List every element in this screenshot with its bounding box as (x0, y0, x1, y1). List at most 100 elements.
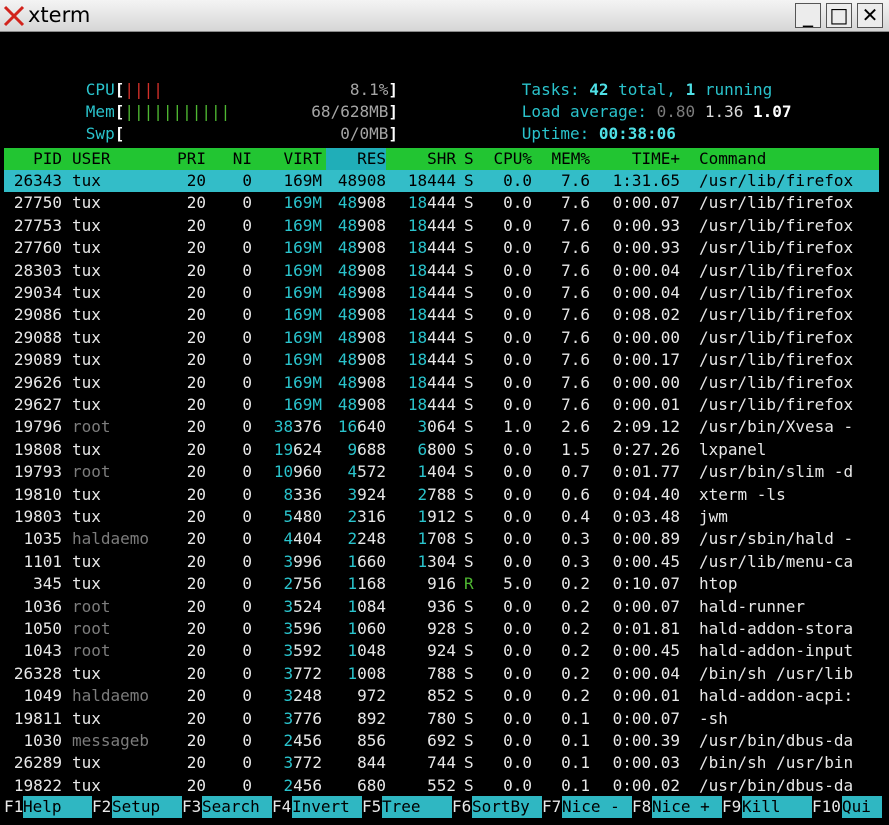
column-state[interactable]: S (464, 148, 474, 170)
process-res: 48908 (337, 395, 386, 414)
process-table-header[interactable]: PID USER PRI NI VIRT RES SHR S CPU% MEM%… (4, 148, 879, 170)
process-cmd: htop (699, 574, 738, 594)
process-row[interactable]: 1049 haldaemo 20 0 3248 972 852 S 0.0 0.2 0:00.01 h… (4, 685, 879, 707)
fkey-f6[interactable]: F6 (452, 796, 471, 818)
process-mem: 0.2 (561, 686, 590, 706)
process-pri: 20 (186, 305, 206, 325)
process-user: tux (72, 283, 101, 302)
column-pri[interactable]: PRI (164, 148, 206, 170)
fkey-sortby[interactable]: SortBy (472, 796, 542, 818)
process-row[interactable]: 19810 tux 20 0 8336 3924 2788 S 0.0 0.6 0:04.40 xte… (4, 484, 879, 506)
minimize-button[interactable]: _ (795, 3, 821, 28)
process-cpu: 0.0 (503, 753, 532, 773)
process-ni: 0 (242, 171, 252, 190)
process-row[interactable]: 1050 root 20 0 3596 1060 928 S 0.0 0.2 0:01.81 hald… (4, 618, 879, 640)
process-row[interactable]: 19803 tux 20 0 5480 2316 1912 S 0.0 0.4 0:03.48 jwm (4, 506, 879, 528)
process-row[interactable]: 29088 tux 20 0 169M 48908 18444 S 0.0 7.6 0:00.00 /… (4, 327, 879, 349)
process-pid: 29089 (13, 350, 62, 370)
process-row[interactable]: 19811 tux 20 0 3776 892 780 S 0.0 0.1 0:00.07 -sh (4, 708, 879, 730)
column-ni[interactable]: NI (218, 148, 252, 170)
process-row[interactable]: 29626 tux 20 0 169M 48908 18444 S 0.0 7.6 0:00.00 /… (4, 372, 879, 394)
process-row[interactable]: 29034 tux 20 0 169M 48908 18444 S 0.0 7.6 0:00.04 /… (4, 282, 879, 304)
htop-terminal[interactable]: CPU[|||| 8.1%] Mem[||||||||||| 68/628MB]… (0, 32, 889, 825)
process-row[interactable]: 1101 tux 20 0 3996 1660 1304 S 0.0 0.3 0:00.45/usr… (4, 551, 879, 573)
fkey-f1[interactable]: F1 (4, 796, 23, 818)
process-row[interactable]: 26343 tux 20 0 169M 48908 18444 S 0.0 7.6 1:31.65 /… (4, 170, 879, 192)
process-virt: 169M (283, 215, 322, 235)
process-row[interactable]: 27753 tux 20 0 169M 48908 18444 S 0.0 7.6 0:00.93 /… (4, 215, 879, 237)
fkey-f9[interactable]: F9 (722, 796, 741, 818)
process-mem: 0.6 (561, 484, 590, 504)
column-shr[interactable]: SHR (394, 148, 456, 170)
fkey-f2[interactable]: F2 (92, 796, 111, 818)
fkey-f4[interactable]: F4 (272, 796, 291, 818)
column-time[interactable]: TIME+ (600, 148, 680, 170)
process-row[interactable]: 27750 tux 20 0 169M 48908 18444 S 0.0 7.6 0:00.07 /… (4, 192, 879, 214)
process-time: 2:09.12 (612, 417, 680, 437)
process-pid: 27750 (13, 193, 62, 213)
process-row[interactable]: 29089 tux 20 0 169M 48908 18444 S 0.0 7.6 0:00.17 /… (4, 349, 879, 371)
process-row[interactable]: 26289 tux 20 0 3772 844 744 S 0.0 0.1 0:00.03/bin/… (4, 752, 879, 774)
process-cpu: 0.0 (503, 775, 532, 795)
process-res: 892 (357, 708, 386, 728)
fkey-setup[interactable]: Setup (112, 796, 182, 818)
fkey-f8[interactable]: F8 (632, 796, 651, 818)
process-row[interactable]: 29627 tux 20 0 169M 48908 18444 S 0.0 7.6 0:00.01 /… (4, 394, 879, 416)
title-bar[interactable]: xterm _ □ ✕ (0, 0, 889, 32)
process-row[interactable]: 29086 tux 20 0 169M 48908 18444 S 0.0 7.6 0:08.02 /… (4, 304, 879, 326)
process-shr: 1708 (417, 529, 456, 549)
process-virt: 3772 (283, 753, 322, 773)
process-s: S (464, 305, 474, 325)
process-row[interactable]: 1043 root 20 0 3592 1048 924 S 0.0 0.2 0:00.45 hald… (4, 640, 879, 662)
process-row[interactable]: 19796 root 20 0 38376 16640 3064 S 1.0 2.6 2:09.12… (4, 416, 879, 438)
fkey-tree[interactable]: Tree (382, 796, 452, 818)
column-virt[interactable]: VIRT (262, 148, 322, 170)
process-row[interactable]: 1036 root 20 0 3524 1084 936 S 0.0 0.2 0:00.07 hald… (4, 596, 879, 618)
column-command[interactable]: Command (699, 148, 766, 170)
process-row[interactable]: 1035 haldaemo 20 0 4404 2248 1708 S 0.0 0.3 0:00.8… (4, 528, 879, 550)
column-res[interactable]: RES (326, 148, 386, 170)
fkey-f5[interactable]: F5 (362, 796, 381, 818)
process-row[interactable]: 28303 tux 20 0 169M 48908 18444 S 0.0 7.6 0:00.04 /… (4, 260, 879, 282)
process-mem: 0.3 (561, 529, 590, 549)
process-row[interactable]: 19793 root 20 0 10960 4572 1404 S 0.0 0.7 0:01.77 /… (4, 461, 879, 483)
fkey-nice-minus[interactable]: Nice - (562, 796, 632, 818)
process-row[interactable]: 345 tux 20 0 2756 1168 916 R 5.0 0.2 0:10.07 htop (4, 573, 879, 595)
fkey-quit[interactable]: Qui (842, 796, 882, 818)
column-user[interactable]: USER (72, 148, 111, 170)
process-shr: 1404 (417, 462, 456, 482)
process-shr: 18444 (407, 395, 456, 414)
window-title: xterm (28, 3, 91, 27)
uptime: Uptime: 00:38:06 (521, 124, 676, 143)
process-cmd: hald-addon-acpi: (699, 686, 854, 706)
process-cpu: 0.0 (503, 484, 532, 504)
process-row[interactable]: 19822 tux 20 0 2456 680 552 S 0.0 0.1 0:00.02/usr/… (4, 775, 879, 797)
process-shr: 18444 (407, 171, 456, 190)
process-mem: 0.1 (561, 775, 590, 795)
fkey-f10[interactable]: F10 (812, 796, 841, 818)
process-time: 0:00.93 (612, 238, 680, 258)
fkey-help[interactable]: Help (23, 796, 92, 818)
process-time: 0:00.00 (612, 372, 680, 392)
fkey-f7[interactable]: F7 (542, 796, 561, 818)
close-button[interactable]: ✕ (857, 3, 883, 28)
process-row[interactable]: 19808 tux 20 0 19624 9688 6800 S 0.0 1.5 0:27.26 lx… (4, 439, 879, 461)
maximize-button[interactable]: □ (826, 3, 852, 28)
column-pid[interactable]: PID (4, 148, 62, 170)
process-shr: 18444 (407, 372, 456, 392)
process-row[interactable]: 27760 tux 20 0 169M 48908 18444 S 0.0 7.6 0:00.93 /… (4, 237, 879, 259)
process-mem: 0.1 (561, 753, 590, 773)
process-cpu: 0.0 (503, 731, 532, 750)
process-row[interactable]: 1030 messageb 20 0 2456 856 692 S 0.0 0.1 0:00.39 /… (4, 730, 879, 752)
fkey-search[interactable]: Search (202, 796, 272, 818)
fkey-kill[interactable]: Kill (742, 796, 812, 818)
column-mem[interactable]: MEM% (538, 148, 590, 170)
fkey-nice-plus[interactable]: Nice + (652, 796, 722, 818)
process-user: tux (72, 215, 101, 235)
fkey-f3[interactable]: F3 (182, 796, 201, 818)
process-s: S (464, 260, 474, 280)
column-cpu[interactable]: CPU% (480, 148, 532, 170)
process-row[interactable]: 26328 tux 20 0 3772 1008 788 S 0.0 0.2 0:00.04/bin… (4, 663, 879, 685)
fkey-invert[interactable]: Invert (292, 796, 362, 818)
process-time: 0:04.40 (612, 484, 680, 504)
